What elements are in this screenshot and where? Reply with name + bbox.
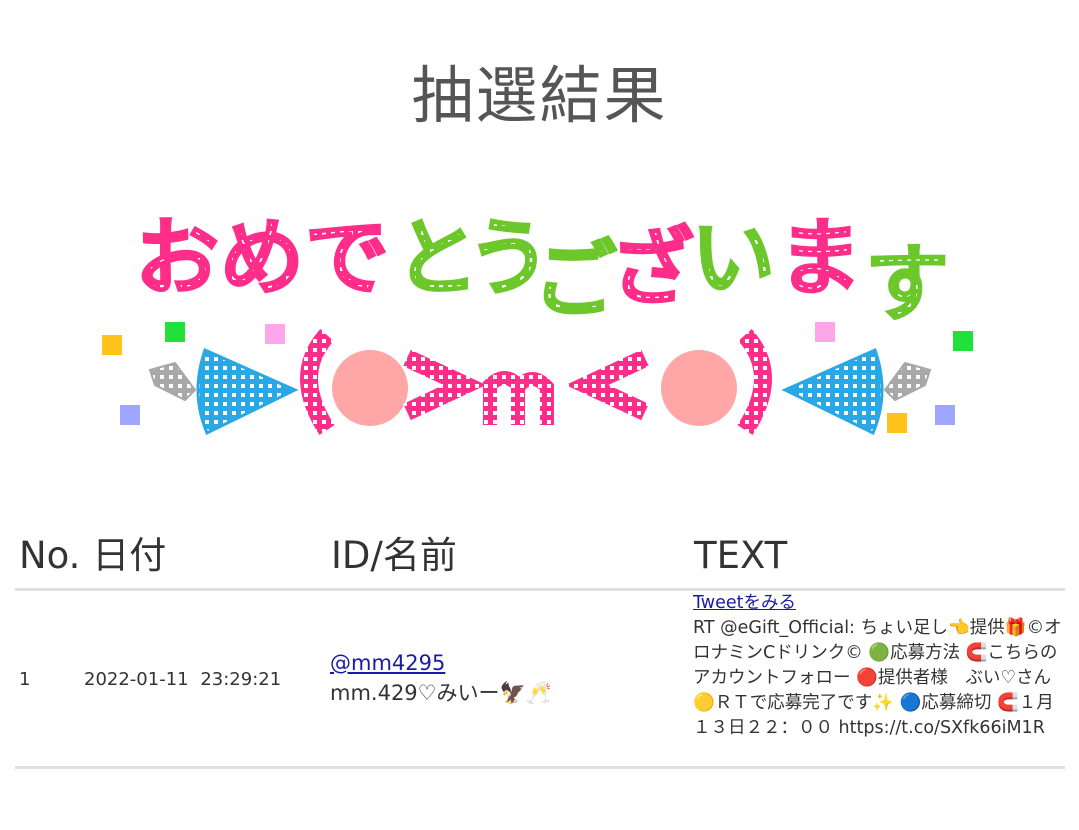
party-horn-left-icon xyxy=(148,347,299,436)
svg-text:お: お xyxy=(135,209,219,307)
banner-text: お め で と う ご ざ い ま す xyxy=(134,208,950,334)
page-title: 抽選結果 xyxy=(411,59,668,132)
svg-text:で: で xyxy=(305,209,389,307)
svg-text:ざ: ざ xyxy=(610,219,694,317)
congratulations-banner: お め で と う ご ざ い ま す xyxy=(102,208,973,436)
user-handle-link[interactable]: @mm4295 xyxy=(330,648,552,678)
header-id-name: ID/名前 xyxy=(331,534,457,577)
row-number: 1 xyxy=(19,669,31,690)
results-table-header: No. 日付 ID/名前 TEXT xyxy=(15,528,1065,591)
view-tweet-link[interactable]: Tweetをみる xyxy=(693,591,1063,616)
table-row: 1 2022-01-11 23:29:21 @mm4295 mm.429♡みいー… xyxy=(15,591,1065,769)
svg-text:い: い xyxy=(691,209,775,307)
row-user: @mm4295 mm.429♡みいー🦅🥂 xyxy=(330,648,552,708)
row-date: 2022-01-11 23:29:21 xyxy=(84,669,282,690)
header-text: TEXT xyxy=(694,534,788,577)
user-display-name: mm.429♡みいー🦅🥂 xyxy=(330,681,552,705)
svg-text:ご: ご xyxy=(533,231,617,329)
svg-text:ま: ま xyxy=(778,209,862,307)
svg-text:め: め xyxy=(220,209,304,307)
row-tweet: Tweetをみる RT @eGift_Official: ちょい足し👈提供🎁©オ… xyxy=(693,591,1063,741)
tweet-text: RT @eGift_Official: ちょい足し👈提供🎁©オロナミンCドリンク… xyxy=(693,618,1062,738)
party-horn-right-icon xyxy=(781,347,932,436)
kaomoji-face-icon xyxy=(300,328,772,435)
header-no-date: No. 日付 xyxy=(19,534,167,577)
svg-text:す: す xyxy=(865,235,949,333)
